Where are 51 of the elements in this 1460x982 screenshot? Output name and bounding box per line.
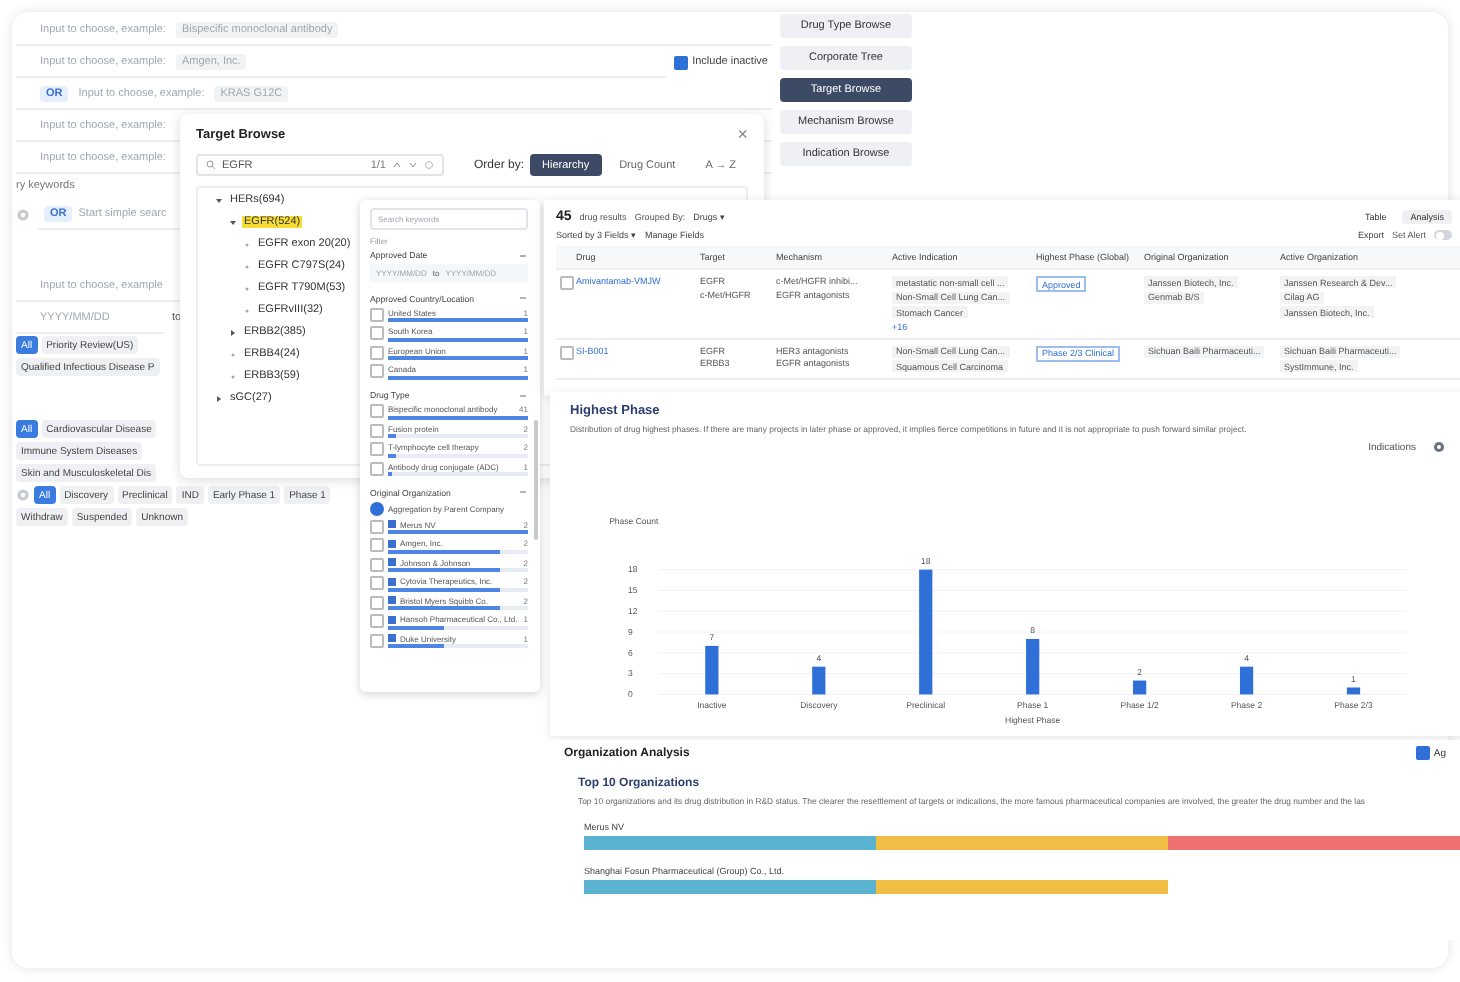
bar [1133,680,1147,695]
scrollbar[interactable] [534,420,538,540]
clear-icon[interactable] [424,160,434,170]
row-checkbox[interactable] [559,345,573,359]
bar [919,569,933,695]
down-caret-icon[interactable] [408,160,418,170]
settings-icon[interactable] [1432,440,1446,454]
bullet-icon [242,261,252,271]
bullet-icon [228,349,238,359]
toggle-switch[interactable] [1434,230,1452,240]
checkbox[interactable] [370,501,384,515]
search-icon [206,160,216,170]
bullet-icon [242,239,252,249]
checkbox[interactable] [370,519,384,534]
checkbox[interactable] [370,557,384,572]
checkbox[interactable] [370,576,384,591]
bullet-icon [242,283,252,293]
checkbox[interactable] [1415,746,1430,760]
checkbox[interactable] [370,364,384,379]
checkbox[interactable] [370,538,384,553]
expanded-caret-icon[interactable] [228,217,238,227]
checkbox[interactable] [370,326,384,341]
bullet-icon [228,371,238,381]
row-checkbox[interactable] [559,276,573,290]
logo-icon [388,615,396,623]
checkbox[interactable] [370,345,384,360]
checkbox[interactable] [370,595,384,610]
bar [1026,638,1040,695]
close-button[interactable]: × [737,126,748,144]
checkbox[interactable] [370,307,384,322]
checkbox[interactable] [370,442,384,457]
logo-icon [388,634,396,642]
logo-icon [388,577,396,585]
bar [812,666,826,695]
expanded-caret-icon[interactable] [214,195,224,205]
checkbox[interactable] [370,614,384,629]
checkbox[interactable] [370,633,384,648]
bar [1239,666,1254,695]
bullet-icon [242,305,252,315]
up-caret-icon[interactable] [392,160,402,170]
collapsed-caret-icon[interactable] [228,327,238,337]
logo-icon [388,558,396,566]
checkbox[interactable] [370,404,384,419]
checkbox[interactable] [370,423,384,438]
checkbox[interactable] [370,461,384,476]
bar [705,645,719,695]
logo-icon [388,596,396,604]
logo-icon [388,539,396,547]
logo-icon [388,520,396,528]
bar [1346,687,1361,695]
collapsed-caret-icon[interactable] [214,393,224,403]
